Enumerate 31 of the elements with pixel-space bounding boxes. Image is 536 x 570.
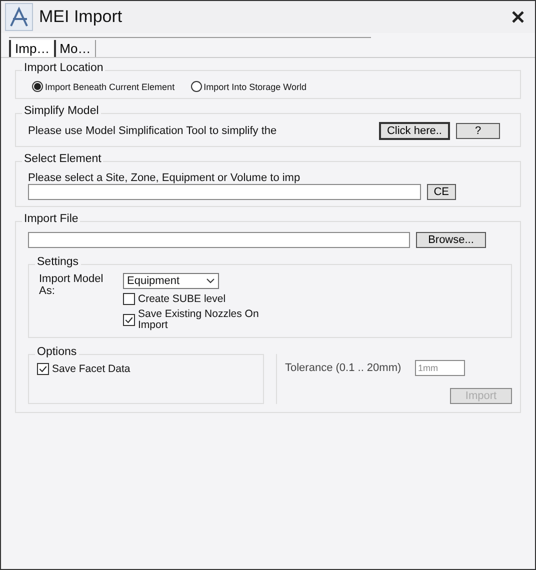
tab[interactable]: Imp… <box>9 40 56 57</box>
checkbox[interactable] <box>123 293 135 305</box>
close-icon[interactable] <box>511 10 525 24</box>
group-title: Import File <box>22 213 80 225</box>
browse-button[interactable]: Browse... <box>416 232 486 248</box>
tolerance-label: Tolerance (0.1 .. 20mm) <box>285 362 402 374</box>
group-title: Settings <box>35 256 81 268</box>
hint-text: Please select a Site, Zone, Equipment or Volume to imp <box>28 172 302 184</box>
hint-text: Please use Model Simplification Tool to simplify the <box>28 125 278 137</box>
radio-button[interactable] <box>190 81 202 92</box>
field-label: Import Model As: <box>39 273 104 299</box>
checkbox[interactable] <box>123 314 135 326</box>
checkbox-label: Save Facet Data <box>52 364 132 374</box>
chevron-down-icon <box>206 278 215 284</box>
group-title: Import Location <box>22 62 106 74</box>
radio-label: Import Into Storage World <box>204 82 306 92</box>
checkbox-label: Create SUBE level <box>138 294 227 304</box>
ce-button[interactable]: CE <box>426 184 456 200</box>
checkbox[interactable] <box>37 363 49 375</box>
model-dropdown[interactable]: Equipment <box>123 273 219 289</box>
checkbox-label: Save Existing Nozzles On Import <box>138 309 260 331</box>
tolerance-field[interactable]: 1mm <box>415 360 465 376</box>
click-here-button[interactable]: Click here.. <box>378 122 450 140</box>
radio-button[interactable] <box>32 81 43 92</box>
group-title: Select Element <box>22 153 104 165</box>
window-title: MEI Import <box>39 7 124 27</box>
help-button[interactable]: ? <box>456 123 500 139</box>
radio-label: Import Beneath Current Element <box>45 82 175 92</box>
group-title: Options <box>35 346 79 358</box>
tab[interactable]: Mo… <box>56 40 96 57</box>
group-title: Simplify Model <box>22 105 101 117</box>
